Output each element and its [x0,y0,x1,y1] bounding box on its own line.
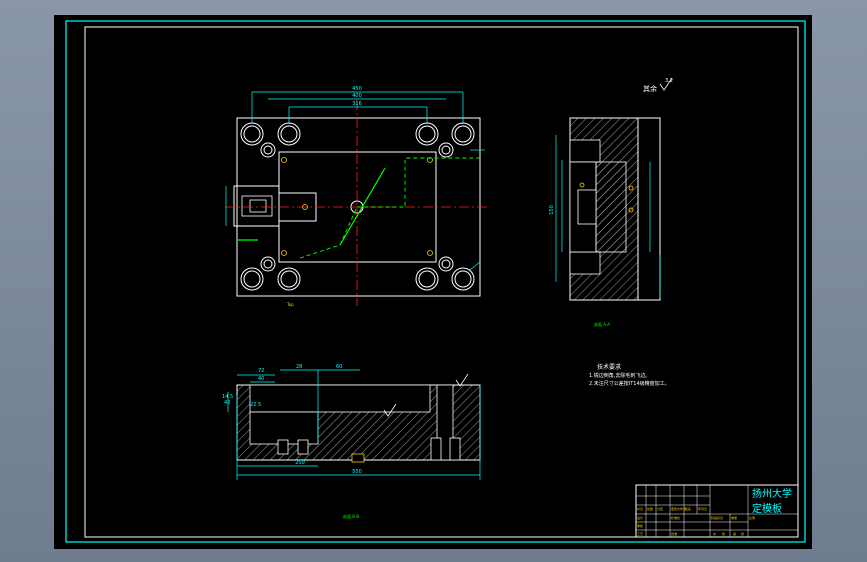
dim-side-height: 150 [549,205,555,215]
svg-text:工艺: 工艺 [637,531,643,536]
svg-text:处数: 处数 [647,506,653,511]
dim-bottom-inner: 250 [295,460,305,466]
dim-bottom-1: 72 [258,368,264,374]
dim-bottom-7: 14.5 [222,394,233,400]
svg-text:标准化: 标准化 [671,515,680,520]
tech-req-item-2: 2.未注尺寸公差按IT14级精度加工。 [589,380,670,387]
svg-text:审核: 审核 [637,523,643,528]
svg-text:年月日: 年月日 [698,506,707,511]
svg-text:阶段标记: 阶段标记 [711,515,723,520]
svg-text:更改文件号: 更改文件号 [671,506,686,511]
svg-text:第: 第 [733,531,736,536]
view-label-top: Top [286,302,294,307]
school-name: 扬州大学 [752,487,792,500]
svg-text:标记: 标记 [637,506,643,511]
svg-text:设计: 设计 [637,515,643,520]
svg-text:批准: 批准 [671,531,677,536]
dim-bottom-total: 550 [352,469,362,475]
dim-bottom-3: 28 [296,364,302,370]
dim-pocket-width: 316 [352,101,362,107]
dim-bottom-6: 22.5 [250,402,261,408]
view-label-section-side: 剖面 A-A [594,321,610,327]
dim-overall-width: 450 [352,86,362,92]
view-label-section-front: 剖面 B-B [343,513,359,519]
cad-drawing-canvas: 450 400 316 Top 150 剖面 A-A 其余 3.2 72 40 … [54,15,812,549]
dim-bottom-2: 40 [258,376,264,382]
part-name: 定模板 [752,502,782,515]
svg-text:比例: 比例 [749,515,755,520]
drawing-sheet [54,15,812,549]
svg-text:张: 张 [722,531,725,536]
roughness-label: 其余 [643,84,657,93]
dim-inner-width: 400 [352,93,362,99]
tech-req-item-1: 1.锐边倒角,去除毛刺飞边。 [589,372,650,379]
svg-text:重量: 重量 [731,515,737,520]
dim-bottom-5: 40 [224,400,230,406]
dim-bottom-4: 60 [336,364,342,370]
svg-text:共: 共 [713,531,716,536]
svg-text:签名: 签名 [685,506,691,511]
tech-req-title: 技术要求 [597,363,621,371]
svg-text:张: 张 [741,531,744,536]
svg-text:分区: 分区 [657,506,663,511]
